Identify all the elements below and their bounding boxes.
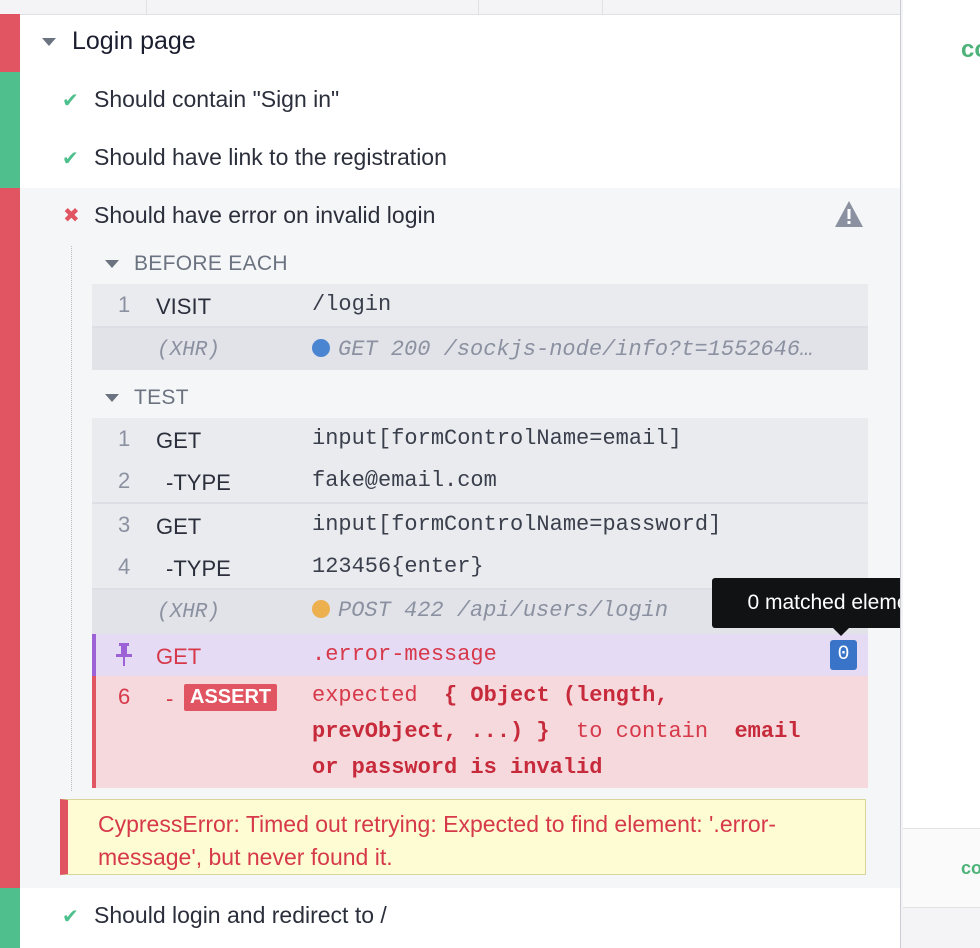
test-status-stripe xyxy=(0,888,20,948)
suite-status-stripe xyxy=(0,14,20,72)
command-name: GET xyxy=(156,644,202,669)
command-message: 123456{enter} xyxy=(312,554,484,579)
xhr-status-dot-icon xyxy=(312,339,330,357)
command-name: GET xyxy=(156,428,202,453)
command-name: - xyxy=(166,686,174,711)
hook-title[interactable]: TEST xyxy=(134,386,189,410)
command-number: 2 xyxy=(118,468,131,493)
command-name: (XHR) xyxy=(157,601,221,624)
xhr-message-text: POST 422 /api/users/login xyxy=(338,598,669,623)
assert-message-line: prevObject, ...) } to contain email xyxy=(312,719,801,744)
xhr-message: GET 200 /sockjs-node/info?t=1552646… xyxy=(312,337,813,362)
fail-x-icon: ✖ xyxy=(63,205,80,227)
xhr-status-dot-icon xyxy=(312,600,330,618)
test-status-stripe xyxy=(0,188,20,888)
check-icon: ✔ xyxy=(62,90,79,112)
test-title[interactable]: Should have error on invalid login xyxy=(94,202,435,229)
command-name: GET xyxy=(156,514,202,539)
xhr-message: POST 422 /api/users/login xyxy=(312,598,668,623)
test-status-stripe xyxy=(0,72,20,188)
assert-expected: email xyxy=(734,719,801,744)
xhr-message-text: GET 200 /sockjs-node/info?t=1552646… xyxy=(338,337,814,362)
error-message-box[interactable]: CypressError: Timed out retrying: Expect… xyxy=(60,799,866,875)
test-title[interactable]: Should login and redirect to / xyxy=(94,902,387,929)
app-preview-text: co xyxy=(961,36,980,63)
hook-title[interactable]: BEFORE EACH xyxy=(134,252,288,276)
command-message: .error-message xyxy=(312,642,497,667)
tooltip-arrow xyxy=(832,627,850,636)
command-name: -TYPE xyxy=(166,556,231,581)
app-preview-text: co xyxy=(961,858,980,878)
command-message: input[formControlName=email] xyxy=(312,426,682,451)
hook-caret-icon[interactable] xyxy=(105,260,119,268)
test-title[interactable]: Should have link to the registration xyxy=(94,144,447,171)
app-preview-pane: co co xyxy=(900,0,980,948)
check-icon: ✔ xyxy=(62,148,79,170)
command-message: /login xyxy=(312,292,392,317)
command-message: input[formControlName=password] xyxy=(312,512,722,537)
error-message-text: CypressError: Timed out retrying: Expect… xyxy=(98,811,777,870)
pin-icon[interactable] xyxy=(115,643,133,667)
command-number: 6 xyxy=(118,684,131,709)
assert-message-line: expected { Object (length, xyxy=(312,683,668,708)
header-divider xyxy=(478,0,479,14)
hook-caret-icon[interactable] xyxy=(105,394,119,402)
command-name: (XHR) xyxy=(157,339,221,362)
assert-text: to contain xyxy=(576,719,709,744)
test-title[interactable]: Should contain "Sign in" xyxy=(94,86,339,113)
suite-title[interactable]: Login page xyxy=(72,27,196,56)
command-number: 1 xyxy=(118,426,131,451)
command-number: 1 xyxy=(118,292,131,317)
app-preview-card xyxy=(903,0,980,828)
collapse-caret-icon[interactable] xyxy=(42,38,56,46)
assert-subject: prevObject, ...) } xyxy=(312,719,550,744)
command-message: fake@email.com xyxy=(312,468,497,493)
assert-expected: or password is invalid xyxy=(312,755,603,780)
command-name: VISIT xyxy=(156,294,212,319)
indent-guide xyxy=(71,246,72,791)
assert-text: expected xyxy=(312,683,418,708)
reporter-header xyxy=(0,0,900,15)
command-name: -TYPE xyxy=(166,470,231,495)
command-number: 4 xyxy=(118,554,131,579)
assert-subject: { Object (length, xyxy=(444,683,669,708)
warning-icon[interactable] xyxy=(834,200,864,228)
header-divider xyxy=(602,0,603,14)
matched-count-badge[interactable]: 0 xyxy=(830,640,857,670)
assert-badge: ASSERT xyxy=(184,684,278,711)
header-divider xyxy=(146,0,147,14)
command-number: 3 xyxy=(118,512,131,537)
check-icon: ✔ xyxy=(62,906,79,928)
assert-message-line: or password is invalid xyxy=(312,755,602,780)
